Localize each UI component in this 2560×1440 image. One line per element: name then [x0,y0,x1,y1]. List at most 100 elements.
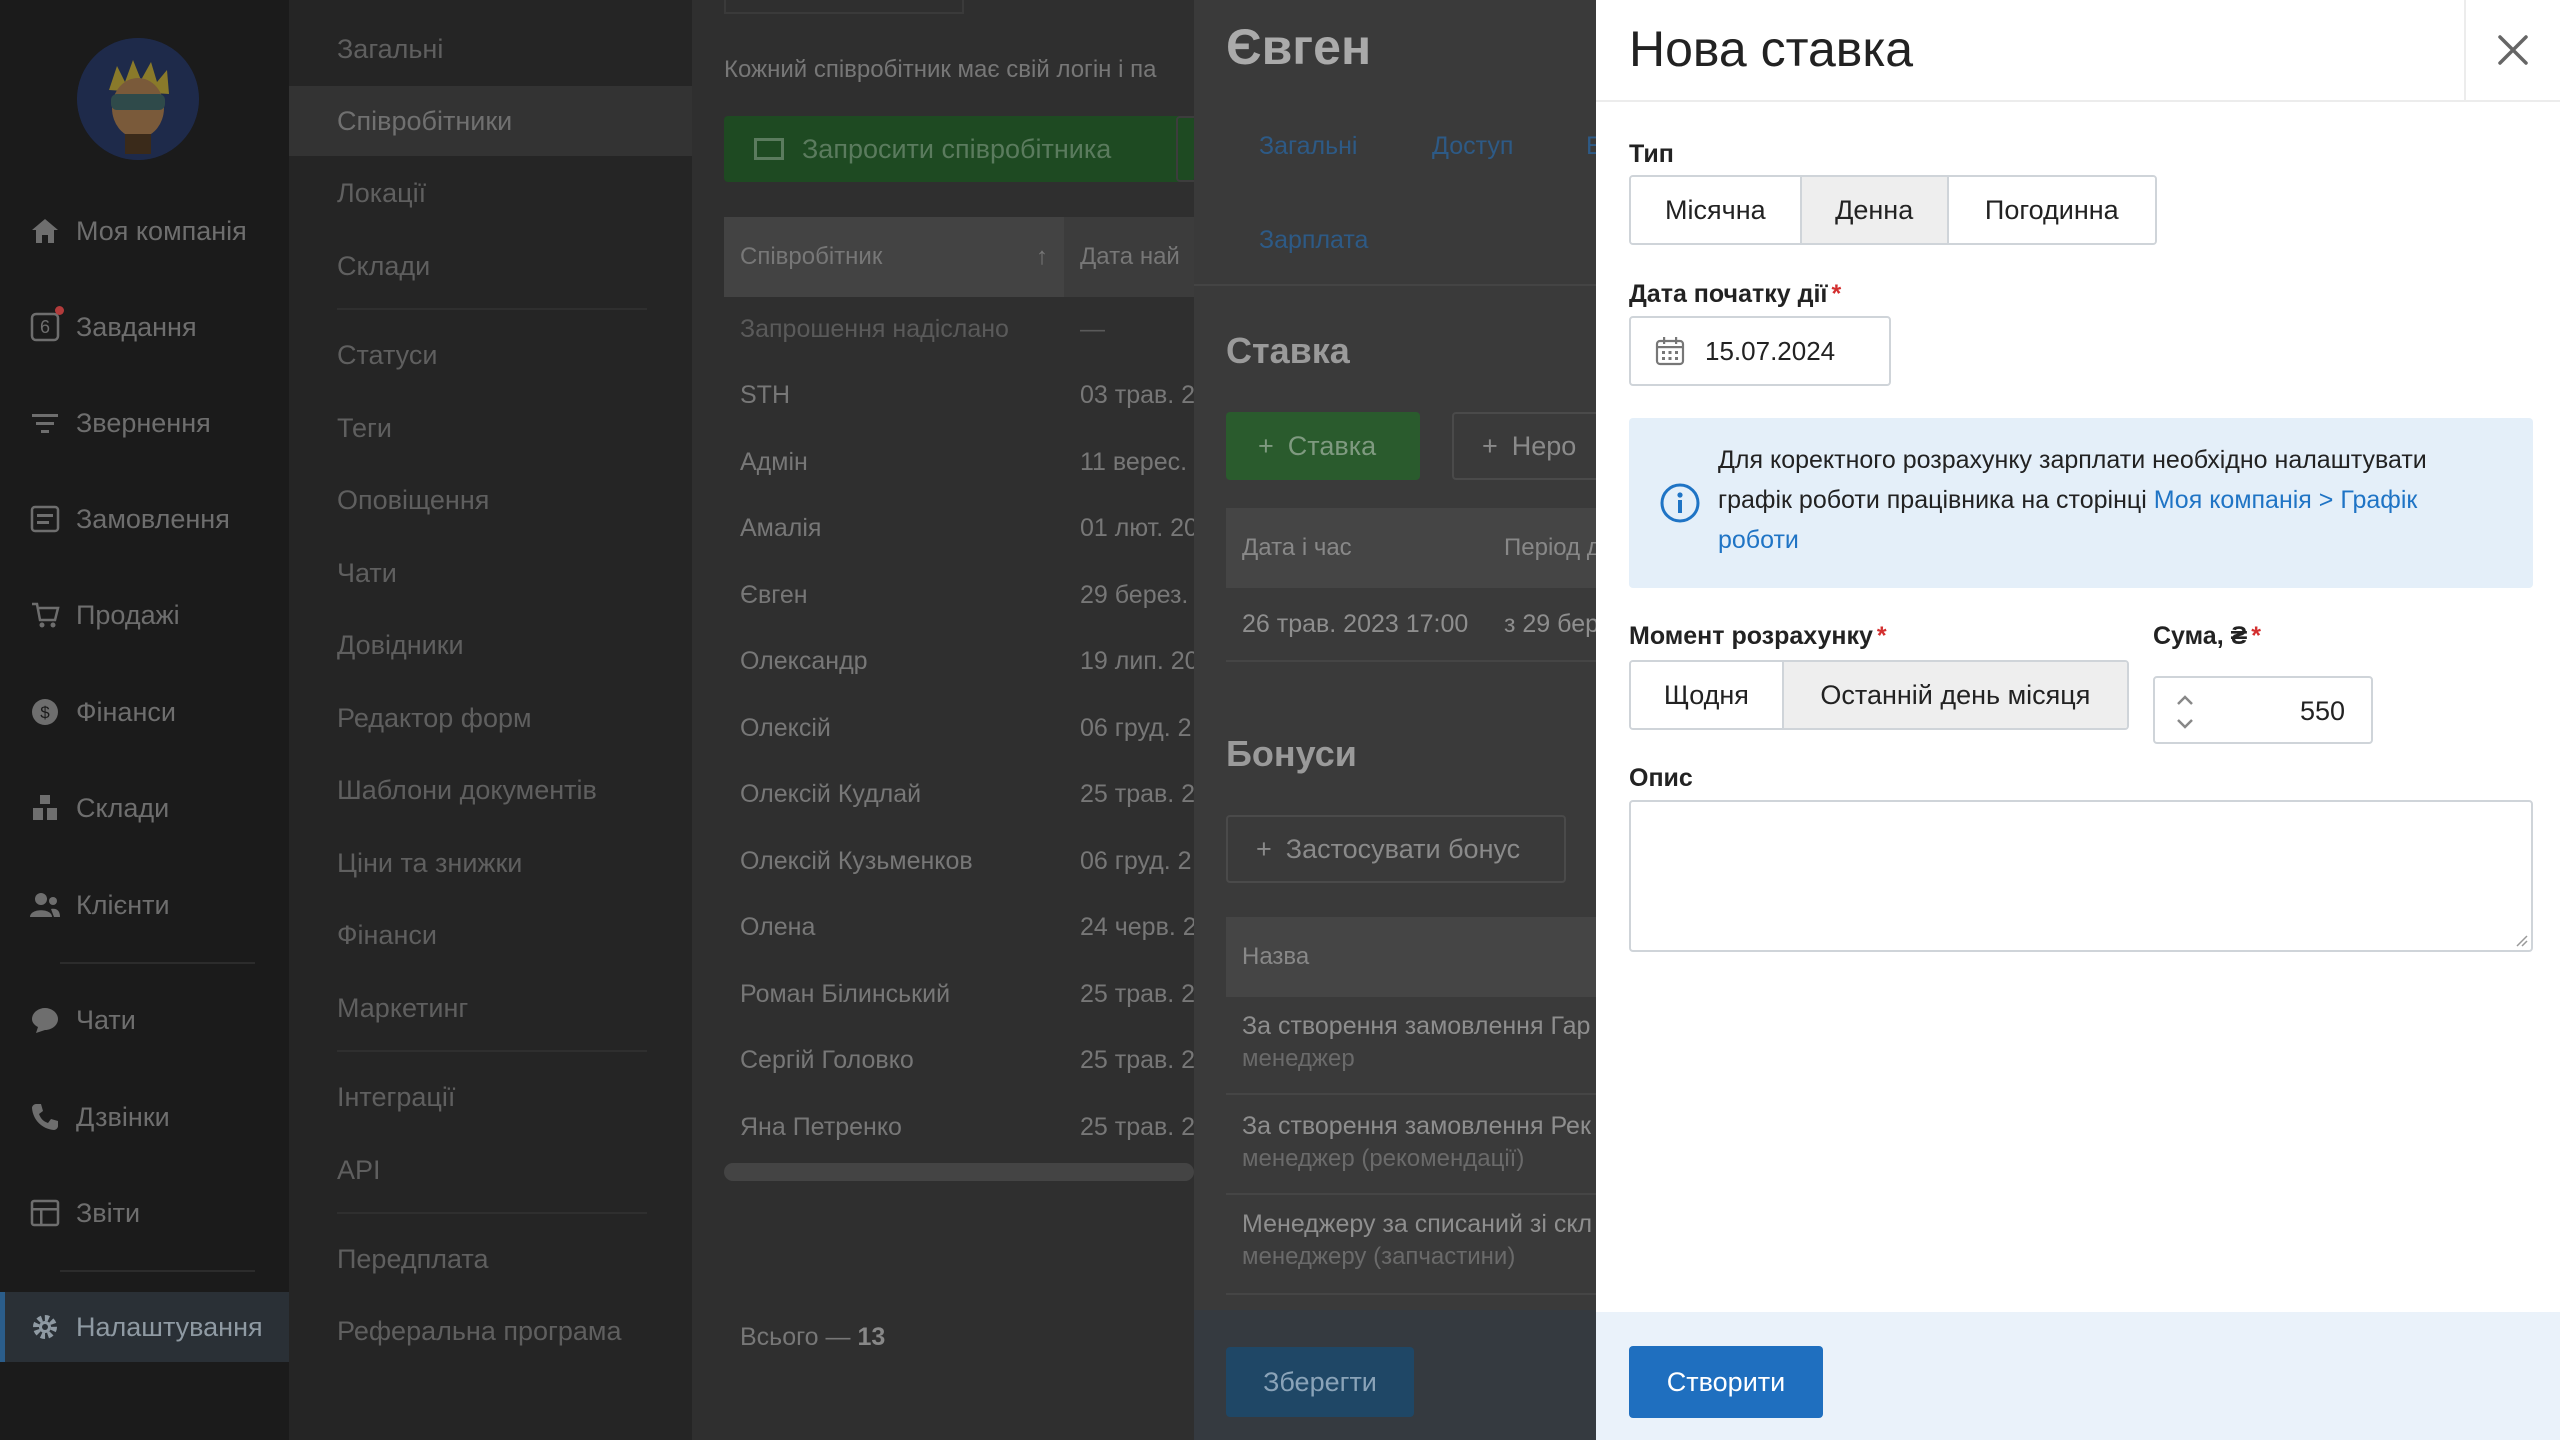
column-name: Назва [1242,943,1310,970]
bonus-row[interactable]: Менеджеру за списаний зі скл менеджеру (… [1242,1210,1592,1271]
table-row[interactable]: Запрошення надіслано — [724,297,1194,363]
table-row[interactable]: Яна Петренко 25 трав. 2 [724,1095,1194,1161]
stepper-icon[interactable] [2173,690,2197,734]
tab-more[interactable]: Е [1586,132,1596,161]
sidebar-item-warehouses[interactable]: Склади [0,773,289,843]
secondary-button[interactable] [1176,116,1194,182]
sidebar-item-company[interactable]: Моя компанія [0,196,289,266]
tab-general[interactable]: Загальні [1259,132,1357,161]
info-icon [1660,483,1700,523]
sidebar-item-requests[interactable]: Звернення [0,388,289,458]
submenu-item-employees[interactable]: Співробітники [289,86,692,156]
employees-hint: Кожний співробітник має свій логін і па [724,56,1157,83]
sum-input[interactable]: 550 [2153,676,2373,744]
moment-option-last-day[interactable]: Останній день місяця [1783,662,2127,728]
submenu-item-integrations[interactable]: Інтеграції [289,1062,692,1132]
sidebar-item-orders[interactable]: Замовлення [0,484,289,554]
table-row[interactable]: Олексій Кудлай 25 трав. 2 [724,762,1194,828]
start-date-label: Дата початку дії * [1629,280,1841,309]
submenu-item-subscription[interactable]: Передплата [289,1224,692,1294]
reports-icon [28,1196,62,1230]
apply-bonus-button[interactable]: + Застосувати бонус [1226,815,1566,883]
table-row[interactable]: Роман Білинський 25 трав. 2 [724,962,1194,1028]
plus-icon: + [1256,833,1272,864]
submenu-item-form-editor[interactable]: Редактор форм [289,683,692,753]
table-header: Співробітник ↑ Дата най [724,217,1194,297]
sidebar-item-label: Завдання [76,311,197,342]
invite-employee-button[interactable]: Запросити співробітника [724,116,1194,182]
sidebar-item-settings[interactable]: Налаштування [0,1292,289,1362]
table-row[interactable]: Євген 29 берез. [724,563,1194,629]
save-button[interactable]: Зберегти [1226,1347,1414,1417]
sidebar-divider [60,1270,255,1272]
add-nonwork-label: Неро [1511,430,1577,461]
sidebar-item-finance[interactable]: $ Фінанси [0,677,289,747]
submenu-item-referral[interactable]: Реферальна програма [289,1296,692,1366]
submenu-item-directories[interactable]: Довідники [289,610,692,680]
submenu-item-warehouses[interactable]: Склади [289,231,692,301]
column-hire-date[interactable]: Дата най [1080,217,1180,297]
settings-submenu: Загальні Співробітники Локації Склади Ст… [289,0,692,1440]
submenu-item-locations[interactable]: Локації [289,158,692,228]
table-row[interactable]: Олена 24 черв. 2 [724,895,1194,961]
submenu-item-general[interactable]: Загальні [289,14,692,84]
sidebar-item-label: Дзвінки [76,1101,170,1132]
type-label: Тип [1629,140,1674,168]
description-textarea[interactable] [1629,800,2533,952]
bonuses-heading: Бонуси [1226,733,1357,774]
table-row[interactable]: Олександр 19 лип. 20 [724,629,1194,695]
resize-grip-icon[interactable] [2514,933,2528,947]
bonus-row[interactable]: За створення замовлення Рек менеджер (ре… [1242,1112,1591,1173]
submenu-item-tags[interactable]: Теги [289,393,692,463]
close-button[interactable] [2464,0,2560,100]
start-date-field[interactable]: 15.07.2024 [1629,316,1891,386]
submenu-divider [337,1212,647,1214]
sidebar-item-tasks[interactable]: 6 Завдання [0,292,289,362]
calc-moment-label: Момент розрахунку * [1629,622,1887,651]
table-row[interactable]: Олексій 06 груд. 2 [724,696,1194,762]
total-count: Всього — 13 [740,1323,885,1352]
tab-access[interactable]: Доступ [1432,132,1513,161]
type-option-hourly[interactable]: Погодинна [1948,177,2155,243]
sidebar-item-clients[interactable]: Клієнти [0,870,289,940]
tab-salary[interactable]: Зарплата [1259,226,1368,255]
sidebar-item-chats[interactable]: Чати [0,985,289,1055]
add-nonwork-button[interactable]: + Неро [1452,412,1596,480]
column-employee[interactable]: Співробітник ↑ [724,217,1064,297]
row-date: 06 груд. 2 [1080,714,1192,742]
type-option-monthly[interactable]: Місячна [1631,177,1802,243]
table-row[interactable]: Амалія 01 лют. 20 [724,496,1194,562]
type-option-daily[interactable]: Денна [1801,177,1949,243]
required-asterisk: * [2251,622,2261,650]
submenu-item-document-templates[interactable]: Шаблони документів [289,755,692,825]
row-date: 11 верес. [1080,448,1188,476]
row-date: 01 лют. 20 [1080,514,1194,542]
moment-option-daily[interactable]: Щодня [1631,662,1784,728]
create-button[interactable]: Створити [1629,1346,1823,1418]
table-row[interactable]: Олексій Кузьменков 06 груд. 2 [724,829,1194,895]
submenu-item-chats[interactable]: Чати [289,538,692,608]
row-name: Амалія [740,514,822,542]
bonus-row[interactable]: За створення замовлення Гар менеджер [1242,1012,1590,1073]
row-date: 06 груд. 2 [1080,847,1192,875]
submenu-item-finance[interactable]: Фінанси [289,900,692,970]
add-rate-button[interactable]: + Ставка [1226,412,1420,480]
submenu-item-marketing[interactable]: Маркетинг [289,973,692,1043]
bonus-title: Менеджеру за списаний зі скл [1242,1210,1593,1238]
avatar[interactable] [77,38,199,160]
sidebar-item-reports[interactable]: Звіти [0,1178,289,1248]
table-row[interactable]: Сергій Головко 25 трав. 2 [724,1028,1194,1094]
table-row[interactable]: Адмін 11 верес. [724,430,1194,496]
row-name: Євген [740,581,808,609]
horizontal-scrollbar[interactable] [724,1163,1194,1181]
type-segmented-control: Місячна Денна Погодинна [1629,175,2157,245]
sidebar-item-sales[interactable]: Продажі [0,580,289,650]
submenu-item-notifications[interactable]: Оповіщення [289,465,692,535]
submenu-item-api[interactable]: API [289,1135,692,1205]
submenu-item-prices-discounts[interactable]: Ціни та знижки [289,828,692,898]
row-name: Олексій Кузьменков [740,847,973,875]
table-row[interactable]: STH 03 трав. 2 [724,363,1194,429]
submenu-item-statuses[interactable]: Статуси [289,320,692,390]
sum-label-text: Сума, ₴ [2153,622,2248,650]
sidebar-item-calls[interactable]: Дзвінки [0,1082,289,1152]
